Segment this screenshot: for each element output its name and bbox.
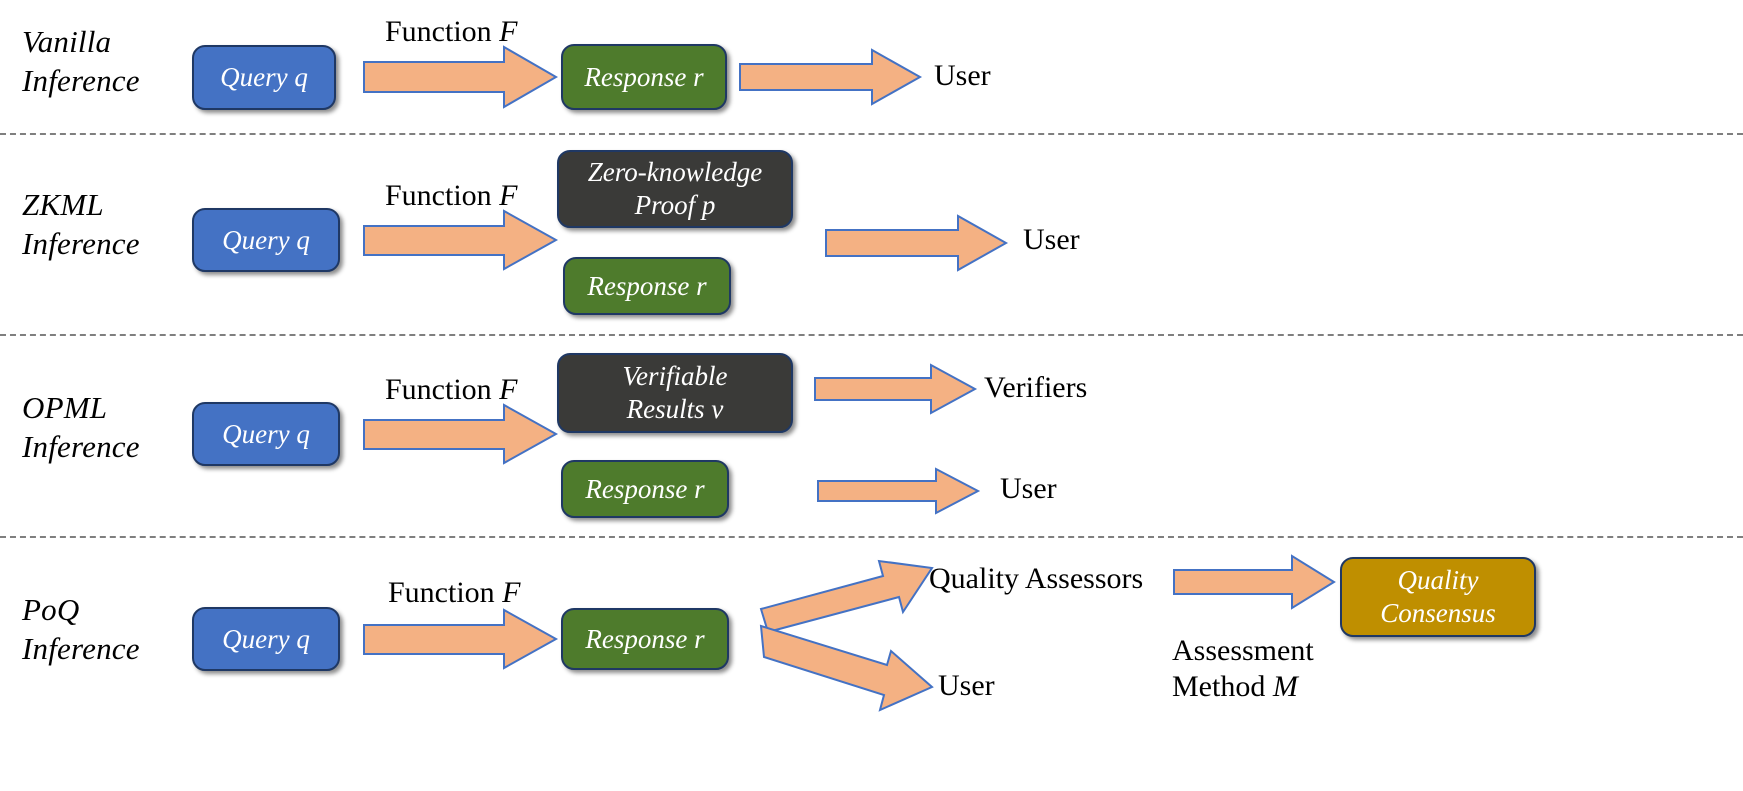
poq-assessment-method-label: Assessment Method M <box>1172 597 1314 705</box>
zkml-function-symbol: F <box>499 179 518 212</box>
opml-function-label: Function F <box>385 372 518 408</box>
vanilla-response-box: Response r <box>561 44 727 110</box>
poq-quality-assessors-label: Quality Assessors <box>929 562 1144 595</box>
opml-function-prefix: Function <box>385 373 500 406</box>
poq-function-symbol: F <box>502 576 521 609</box>
vanilla-query-box: Query q <box>192 45 336 110</box>
opml-arrow-to-verifiers <box>814 363 978 415</box>
diagram-canvas: Vanilla Inference Query q Function F Res… <box>0 0 1743 791</box>
opml-function-symbol: F <box>499 373 518 406</box>
vanilla-arrow-query-to-response <box>363 45 559 109</box>
opml-query-box: Query q <box>192 402 340 466</box>
vanilla-arrow-response-to-user <box>739 48 923 106</box>
opml-response-box: Response r <box>561 460 729 518</box>
row-label-zkml: ZKML Inference <box>22 187 140 261</box>
poq-arrow-query-to-response <box>363 608 559 670</box>
opml-verifiers-label: Verifiers <box>984 371 1088 404</box>
poq-function-prefix: Function <box>388 576 503 609</box>
zkml-user-label: User <box>1023 223 1080 256</box>
poq-function-label: Function F <box>388 575 521 611</box>
vanilla-user-label: User <box>934 59 991 92</box>
poq-user-label: User <box>938 669 995 702</box>
poq-response-box: Response r <box>561 608 729 670</box>
zkml-arrow-to-user <box>825 214 1009 272</box>
zkml-function-label: Function F <box>385 178 518 214</box>
row-label-opml: OPML Inference <box>22 390 140 464</box>
zkml-query-box: Query q <box>192 208 340 272</box>
poq-quality-consensus-box: Quality Consensus <box>1340 557 1536 637</box>
row-label-vanilla: Vanilla Inference <box>22 24 140 98</box>
zkml-arrow-query-to-proof <box>363 209 559 271</box>
opml-user-label: User <box>1000 472 1057 505</box>
poq-assessment-symbol: M <box>1272 670 1298 703</box>
row-label-poq: PoQ Inference <box>22 592 140 666</box>
zkml-zero-knowledge-proof-box: Zero-knowledge Proof p <box>557 150 793 228</box>
opml-arrow-to-user <box>817 467 981 515</box>
vanilla-function-label: Function F <box>385 14 518 50</box>
poq-query-box: Query q <box>192 607 340 671</box>
zkml-function-prefix: Function <box>385 179 500 212</box>
separator-1 <box>0 133 1743 135</box>
separator-3 <box>0 536 1743 538</box>
poq-arrow-to-user <box>759 624 934 712</box>
vanilla-function-prefix: Function <box>385 15 500 48</box>
opml-verifiable-results-box: Verifiable Results v <box>557 353 793 433</box>
separator-2 <box>0 334 1743 336</box>
vanilla-function-symbol: F <box>499 15 518 48</box>
zkml-response-box: Response r <box>563 257 731 315</box>
opml-arrow-query-to-results <box>363 403 559 465</box>
